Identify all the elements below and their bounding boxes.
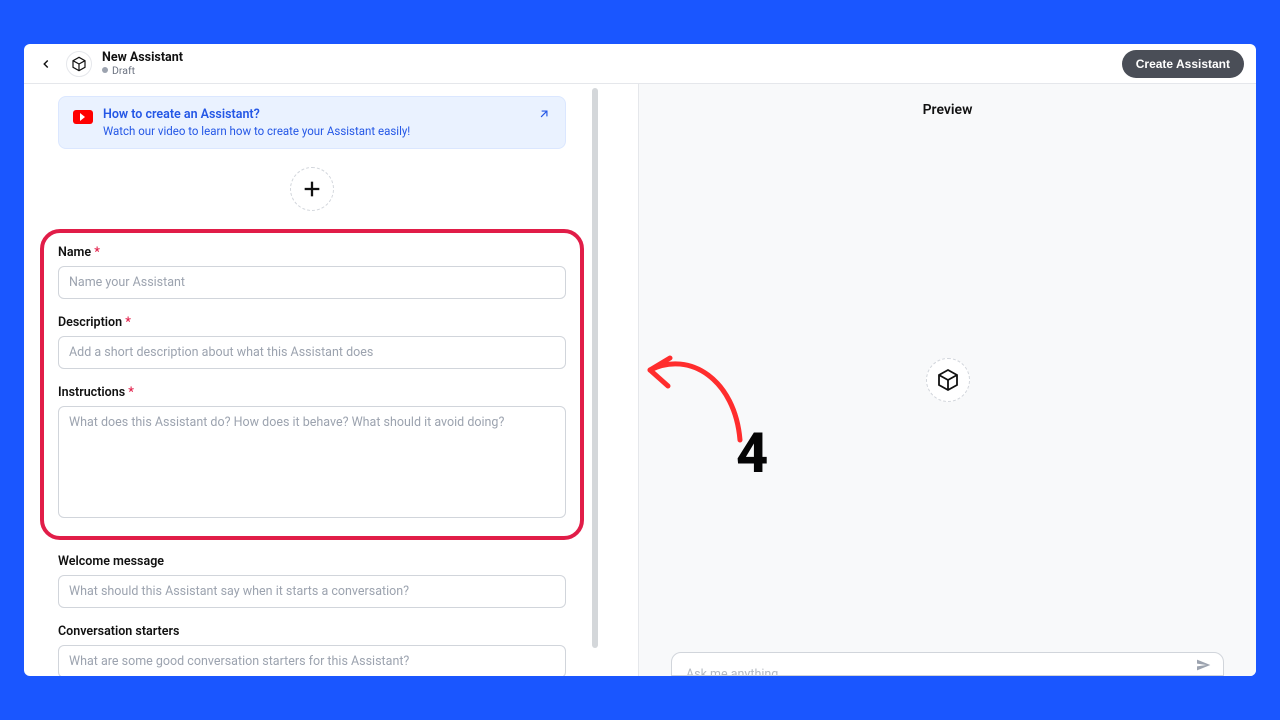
preview-avatar-wrap	[926, 358, 970, 402]
info-card-title: How to create an Assistant?	[103, 107, 410, 122]
instructions-field-group: Instructions *	[58, 385, 566, 522]
page-title: New Assistant	[102, 51, 183, 65]
welcome-field-group: Welcome message	[58, 554, 566, 608]
status-label: Draft	[112, 65, 135, 77]
info-card-subtitle: Watch our video to learn how to create y…	[103, 124, 410, 138]
preview-title: Preview	[923, 102, 973, 118]
chat-input[interactable]	[686, 667, 1183, 676]
send-icon[interactable]	[1195, 657, 1211, 676]
name-field-group: Name *	[58, 245, 566, 299]
topbar-left: New Assistant Draft	[36, 51, 183, 77]
status-dot-icon	[102, 67, 108, 73]
chevron-left-icon	[39, 57, 53, 71]
app-window: New Assistant Draft Create Assistant How…	[24, 44, 1256, 676]
assistant-cube-icon	[66, 51, 92, 77]
scrollbar-thumb[interactable]	[592, 88, 598, 648]
back-button[interactable]	[36, 54, 56, 74]
name-input[interactable]	[58, 266, 566, 299]
scrollbar-track	[590, 84, 600, 676]
plus-icon	[301, 178, 323, 200]
starters-input[interactable]	[58, 645, 566, 676]
name-label: Name *	[58, 245, 566, 260]
welcome-label: Welcome message	[58, 554, 566, 569]
youtube-icon	[73, 110, 93, 124]
page-status: Draft	[102, 65, 183, 77]
required-fields-highlight: Name * Description * Instructions *	[40, 229, 584, 540]
description-label: Description *	[58, 315, 566, 330]
starters-label: Conversation starters	[58, 624, 566, 639]
add-avatar-button[interactable]	[290, 167, 334, 211]
starters-field-group: Conversation starters	[58, 624, 566, 676]
instructions-label: Instructions *	[58, 385, 566, 400]
chat-input-wrap	[671, 652, 1224, 676]
create-assistant-button[interactable]: Create Assistant	[1122, 50, 1244, 78]
description-field-group: Description *	[58, 315, 566, 369]
instructions-input[interactable]	[58, 406, 566, 518]
title-block: New Assistant Draft	[102, 51, 183, 76]
external-link-icon[interactable]	[537, 107, 551, 125]
topbar: New Assistant Draft Create Assistant	[24, 44, 1256, 84]
welcome-input[interactable]	[58, 575, 566, 608]
description-input[interactable]	[58, 336, 566, 369]
info-card[interactable]: How to create an Assistant? Watch our vi…	[58, 96, 566, 149]
form-pane: How to create an Assistant? Watch our vi…	[24, 84, 600, 676]
preview-avatar-placeholder	[926, 358, 970, 402]
preview-pane: Preview	[639, 84, 1256, 676]
content-area: How to create an Assistant? Watch our vi…	[24, 84, 1256, 676]
cube-icon	[936, 368, 960, 392]
